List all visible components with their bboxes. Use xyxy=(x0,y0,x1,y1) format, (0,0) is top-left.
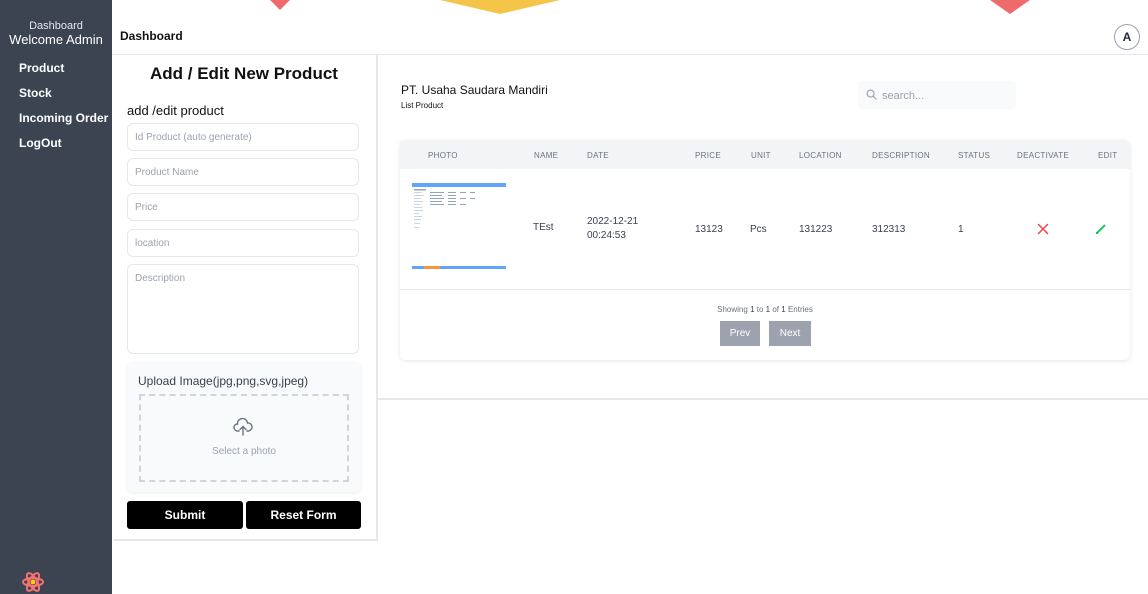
sidebar-item-logout[interactable]: LogOut xyxy=(19,137,108,162)
unit-cell: Pcs xyxy=(750,224,767,235)
product-name-cell: TEst xyxy=(533,222,554,233)
form-subheading: add /edit product xyxy=(127,103,224,118)
column-header: PHOTO xyxy=(428,151,458,160)
search-icon xyxy=(866,89,877,100)
product-form-panel: Add / Edit New Product add /edit product… xyxy=(114,55,378,541)
pagination-to: 1 xyxy=(765,305,771,314)
decorative-stripe xyxy=(270,0,290,10)
location-input[interactable] xyxy=(127,229,359,257)
column-header: EDIT xyxy=(1098,151,1118,160)
description-cell: 312313 xyxy=(872,224,906,235)
product-name-input[interactable] xyxy=(127,158,359,186)
sidebar-menu: Product Stock Incoming Order LogOut xyxy=(19,62,108,162)
submit-button[interactable]: Submit xyxy=(127,501,243,529)
sidebar-title: Dashboard xyxy=(29,20,83,32)
search-box xyxy=(858,81,1016,111)
column-header: LOCATION xyxy=(799,151,842,160)
time-cell: 00:24:53 xyxy=(587,230,626,241)
reset-form-button[interactable]: Reset Form xyxy=(246,501,361,529)
form-heading: Add / Edit New Product xyxy=(150,64,338,83)
company-name: PT. Usaha Saudara Mandiri xyxy=(401,83,548,97)
pagination-entries: Entries xyxy=(787,305,813,314)
pagination-of-word: of xyxy=(772,305,780,314)
location-cell: 131223 xyxy=(799,224,833,235)
sidebar-item-incoming-order[interactable]: Incoming Order xyxy=(19,112,108,137)
cloud-upload-icon xyxy=(233,418,253,436)
date-cell: 2022-12-21 xyxy=(587,216,639,227)
column-header: UNIT xyxy=(751,151,771,160)
column-header: DATE xyxy=(587,151,609,160)
search-input[interactable] xyxy=(880,81,1014,111)
x-icon[interactable] xyxy=(1037,223,1049,235)
upload-card: Upload Image(jpg,png,svg,jpeg) Select a … xyxy=(127,362,361,492)
sidebar-item-stock[interactable]: Stock xyxy=(19,87,108,112)
top-header: Dashboard A xyxy=(112,14,1148,55)
avatar[interactable]: A xyxy=(1114,24,1140,50)
decorative-stripe xyxy=(990,0,1030,14)
product-table: PHOTO NAME DATE PRICE UNIT LOCATION DESC… xyxy=(400,140,1130,360)
column-header: DEACTIVATE xyxy=(1017,151,1070,160)
prev-page-button[interactable]: Prev xyxy=(720,321,760,346)
pagination-info: Showing 1 to 1 of 1 Entries xyxy=(400,305,1130,314)
column-header: STATUS xyxy=(958,151,991,160)
sidebar: Dashboard Welcome Admin Product Stock In… xyxy=(0,0,112,594)
sidebar-item-product[interactable]: Product xyxy=(19,62,108,87)
table-row: TEst 2022-12-21 00:24:53 13123 Pcs 13122… xyxy=(400,169,1130,290)
column-header: PRICE xyxy=(695,151,721,160)
page-title: Dashboard xyxy=(120,29,183,43)
price-input[interactable] xyxy=(127,193,359,221)
product-photo-thumbnail xyxy=(412,183,506,275)
pencil-icon[interactable] xyxy=(1095,223,1107,235)
pagination-to-word: to xyxy=(756,305,764,314)
table-header: PHOTO NAME DATE PRICE UNIT LOCATION DESC… xyxy=(400,140,1130,169)
product-list-area: PT. Usaha Saudara Mandiri List Product P… xyxy=(378,55,1148,400)
upload-label: Upload Image(jpg,png,svg,jpeg) xyxy=(138,374,309,388)
next-page-button[interactable]: Next xyxy=(769,321,811,346)
product-id-input[interactable] xyxy=(127,123,359,151)
pagination-showing: Showing xyxy=(717,305,748,314)
sidebar-welcome: Welcome Admin xyxy=(9,32,103,47)
upload-hint: Select a photo xyxy=(212,446,276,457)
pagination-total: 1 xyxy=(781,305,786,314)
description-textarea[interactable] xyxy=(127,264,359,354)
price-cell: 13123 xyxy=(695,224,723,235)
list-label: List Product xyxy=(401,101,444,110)
pagination-from: 1 xyxy=(750,305,755,314)
decorative-stripe xyxy=(440,0,560,14)
column-header: DESCRIPTION xyxy=(872,151,930,160)
status-cell: 1 xyxy=(958,224,964,235)
photo-dropzone[interactable]: Select a photo xyxy=(139,394,349,482)
react-atom-icon xyxy=(22,572,44,592)
column-header: NAME xyxy=(534,151,559,160)
